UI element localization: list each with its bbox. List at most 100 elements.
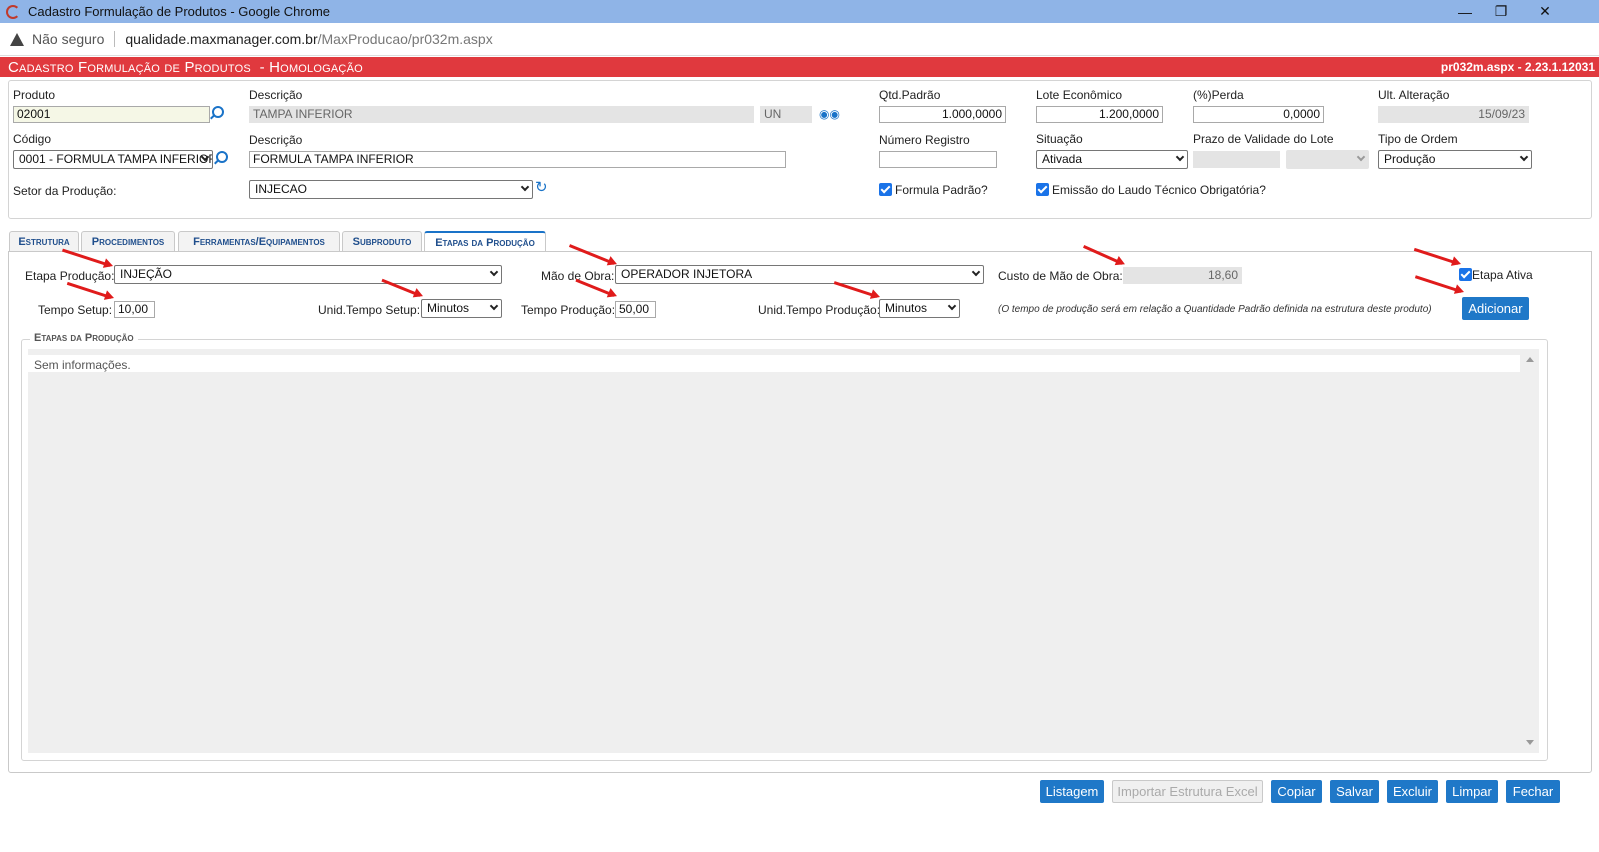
binoculars-icon[interactable]: ◉◉ <box>819 107 840 121</box>
unid-setup-label: Unid.Tempo Setup: <box>318 303 421 317</box>
codigo-select[interactable]: 0001 - FORMULA TAMPA INFERIOR <box>13 150 213 169</box>
tab-ferramentas[interactable]: Ferramentas/Equipamentos <box>178 231 340 251</box>
produto-label: Produto <box>13 88 56 102</box>
prazo-validade-unit-select[interactable] <box>1286 150 1369 169</box>
emissao-laudo-checkbox[interactable] <box>1036 183 1049 196</box>
page-title: Cadastro Formulação de Produtos - Homolo… <box>8 58 363 76</box>
url-host[interactable]: qualidade.maxmanager.com.br <box>125 31 317 47</box>
chevron-down-icon <box>489 267 499 277</box>
situacao-select-value: Ativada <box>1042 152 1083 166</box>
perda-label: (%)Perda <box>1193 88 1244 102</box>
unid-producao-value: Minutos <box>885 301 928 315</box>
tipo-ordem-label: Tipo de Ordem <box>1378 132 1458 146</box>
search-icon[interactable] <box>212 106 224 118</box>
adicionar-button[interactable]: Adicionar <box>1462 297 1529 320</box>
warning-icon <box>10 32 24 46</box>
descricao2-label: Descrição <box>249 133 303 147</box>
lote-economico-label: Lote Econômico <box>1036 88 1123 102</box>
formula-padrao-label: Formula Padrão? <box>895 183 988 197</box>
restore-button[interactable]: ❐ <box>1478 0 1524 23</box>
numero-registro-label: Número Registro <box>879 133 970 147</box>
unid-producao-select[interactable]: Minutos <box>879 299 960 318</box>
chevron-down-icon <box>1519 152 1529 162</box>
tempo-setup-label: Tempo Setup: <box>38 303 113 317</box>
setor-select[interactable]: INJECAO <box>249 180 533 199</box>
chevron-down-icon <box>971 267 981 277</box>
chevron-down-icon <box>489 301 499 311</box>
page-version: pr032m.aspx - 2.23.1.12031 <box>1440 60 1595 74</box>
chevron-down-icon <box>1175 152 1185 162</box>
unid-setup-select[interactable]: Minutos <box>421 299 502 318</box>
lote-economico-input[interactable]: 1.200,0000 <box>1036 106 1163 123</box>
qtd-padrao-input[interactable]: 1.000,0000 <box>879 106 1006 123</box>
setor-label: Setor da Produção: <box>13 184 117 198</box>
listagem-button[interactable]: Listagem <box>1040 780 1104 803</box>
perda-input[interactable]: 0,0000 <box>1193 106 1324 123</box>
formula-padrao-checkbox[interactable] <box>879 183 892 196</box>
browser-titlebar: Cadastro Formulação de Produtos - Google… <box>0 0 1599 23</box>
salvar-button[interactable]: Salvar <box>1330 780 1379 803</box>
limpar-button[interactable]: Limpar <box>1446 780 1498 803</box>
custo-input[interactable]: 18,60 <box>1123 267 1242 284</box>
scroll-up-icon[interactable] <box>1526 357 1534 362</box>
search-icon[interactable] <box>216 151 228 163</box>
grid-empty-text: Sem informações. <box>34 358 131 372</box>
window-title: Cadastro Formulação de Produtos - Google… <box>28 4 331 19</box>
tipo-ordem-select[interactable]: Produção <box>1378 150 1532 169</box>
fechar-button[interactable]: Fechar <box>1506 780 1560 803</box>
prazo-validade-label: Prazo de Validade do Lote <box>1193 132 1334 146</box>
descricao-input[interactable]: TAMPA INFERIOR <box>249 106 754 123</box>
unid-setup-value: Minutos <box>427 301 470 315</box>
chevron-down-icon <box>947 301 957 311</box>
emissao-laudo-label: Emissão do Laudo Técnico Obrigatória? <box>1052 183 1266 197</box>
etapa-ativa-checkbox[interactable] <box>1459 268 1472 281</box>
tempo-note: (O tempo de produção será em relação a Q… <box>998 304 1432 315</box>
scroll-down-icon[interactable] <box>1526 740 1534 745</box>
setor-select-value: INJECAO <box>255 182 308 196</box>
situacao-select[interactable]: Ativada <box>1036 150 1188 169</box>
url-path[interactable]: /MaxProducao/pr032m.aspx <box>318 31 493 47</box>
etapa-select-value: INJEÇÃO <box>120 267 173 281</box>
tab-etapas-producao[interactable]: Etapas da Produção <box>424 231 546 252</box>
unid-producao-label: Unid.Tempo Produção: <box>758 303 881 317</box>
descricao-label: Descrição <box>249 88 303 102</box>
chevron-down-icon <box>520 182 530 192</box>
etapa-label: Etapa Produção: <box>25 269 115 283</box>
close-window-button[interactable]: ✕ <box>1522 0 1568 23</box>
address-bar[interactable]: Não seguro qualidade.maxmanager.com.br/M… <box>0 23 1599 56</box>
mao-obra-select[interactable]: OPERADOR INJETORA <box>615 265 984 284</box>
app-logo-icon <box>6 4 20 19</box>
etapas-legend: Etapas da Produção <box>30 332 138 344</box>
grid-empty-row <box>28 355 1520 372</box>
chevron-down-icon <box>1356 152 1366 162</box>
custo-label: Custo de Mão de Obra: <box>998 269 1123 283</box>
refresh-icon[interactable]: ↻ <box>535 178 548 196</box>
page-header: Cadastro Formulação de Produtos - Homolo… <box>0 57 1599 77</box>
ult-alteracao-label: Ult. Alteração <box>1378 88 1450 102</box>
ult-alteracao-input[interactable]: 15/09/23 <box>1378 106 1529 123</box>
qtd-padrao-label: Qtd.Padrão <box>879 88 941 102</box>
excluir-button[interactable]: Excluir <box>1387 780 1438 803</box>
tab-subproduto[interactable]: Subproduto <box>342 231 422 251</box>
unidade-input[interactable]: UN <box>760 106 812 123</box>
numero-registro-input[interactable] <box>879 151 997 168</box>
mao-obra-select-value: OPERADOR INJETORA <box>621 267 753 281</box>
not-secure-label[interactable]: Não seguro <box>32 31 104 47</box>
situacao-label: Situação <box>1036 132 1083 146</box>
grid-scrollbar[interactable] <box>1521 349 1539 753</box>
tempo-producao-input[interactable]: 50,00 <box>615 301 656 318</box>
codigo-label: Código <box>13 132 52 146</box>
copiar-button[interactable]: Copiar <box>1271 780 1322 803</box>
etapa-select[interactable]: INJEÇÃO <box>114 265 502 284</box>
descricao2-input[interactable]: FORMULA TAMPA INFERIOR <box>249 151 786 168</box>
tab-estrutura[interactable]: Estrutura <box>9 231 79 251</box>
tab-procedimentos[interactable]: Procedimentos <box>81 231 175 251</box>
importar-excel-button[interactable]: Importar Estrutura Excel <box>1112 780 1263 803</box>
address-separator <box>114 31 116 47</box>
codigo-select-value: 0001 - FORMULA TAMPA INFERIOR <box>19 152 213 166</box>
tempo-setup-input[interactable]: 10,00 <box>114 301 155 318</box>
etapas-grid <box>28 349 1539 753</box>
prazo-validade-input[interactable] <box>1193 151 1280 168</box>
tempo-producao-label: Tempo Produção: <box>521 303 616 317</box>
produto-input[interactable]: 02001 <box>13 106 210 123</box>
